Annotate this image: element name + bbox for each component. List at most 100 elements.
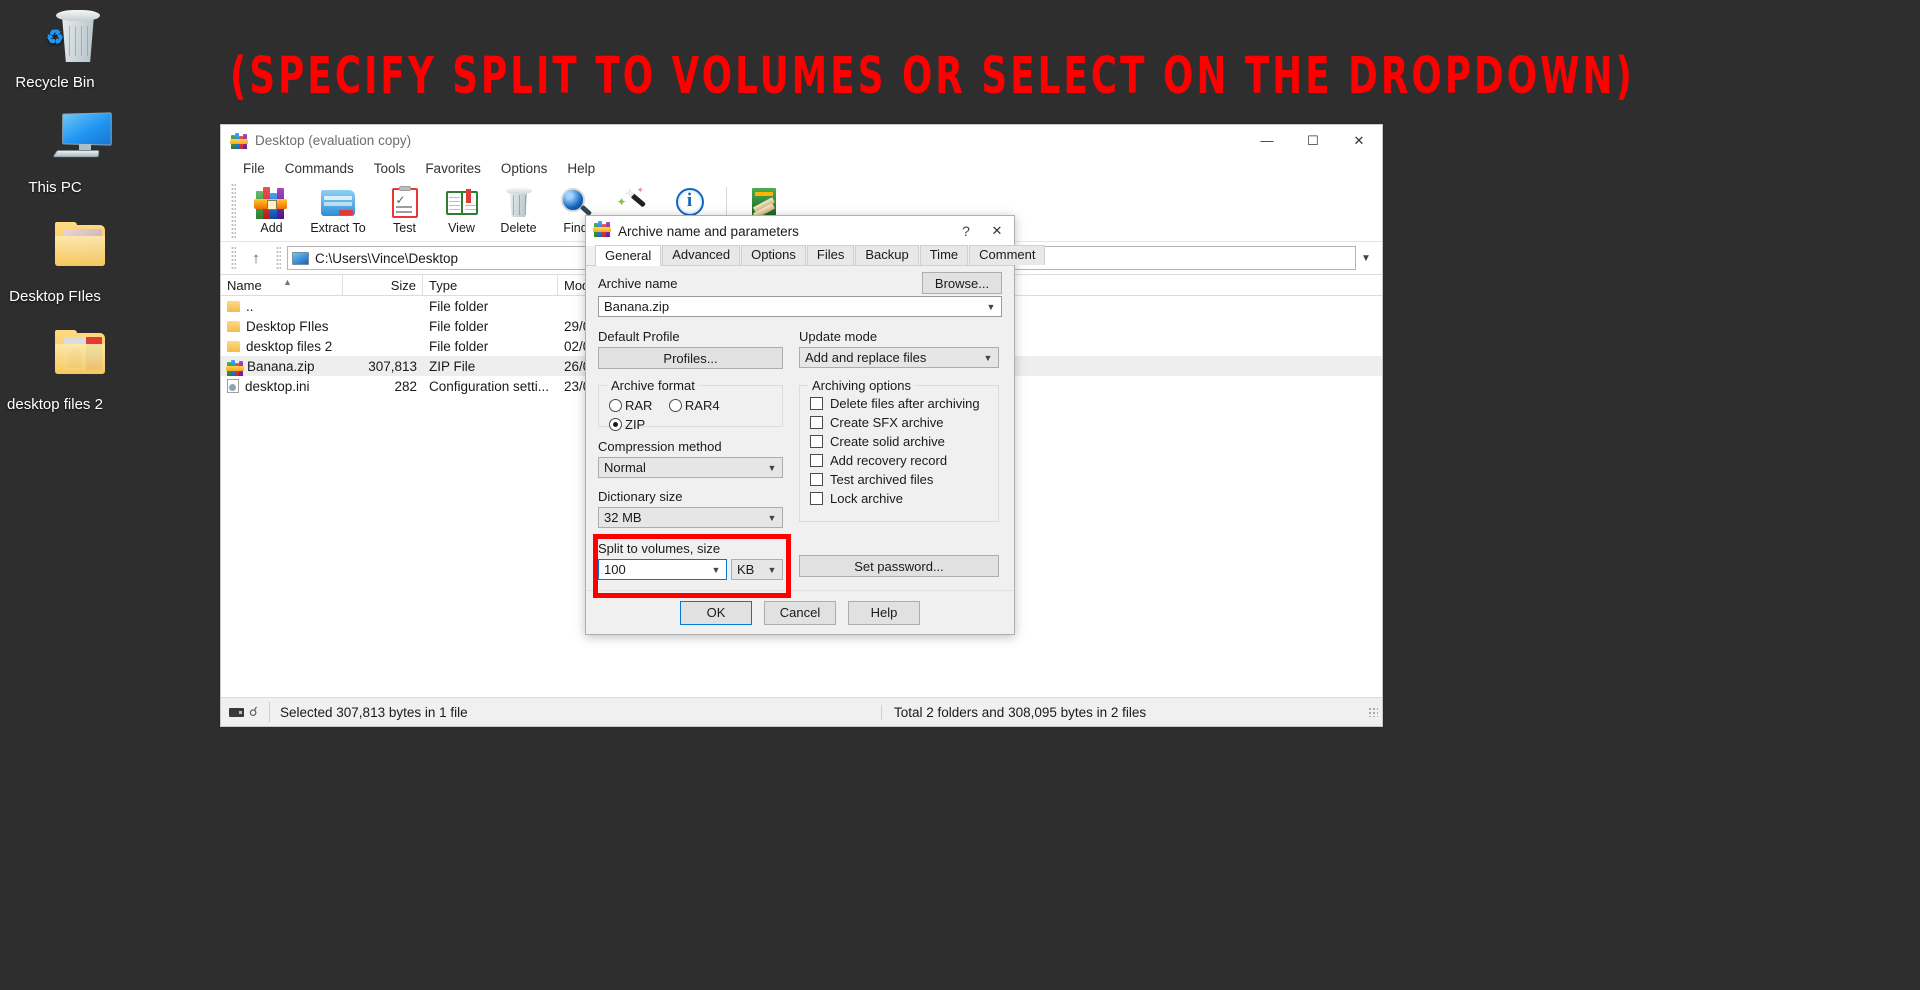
cell-size: 282 bbox=[394, 378, 417, 394]
address-grip-2[interactable] bbox=[276, 246, 281, 270]
dialog-help-icon[interactable]: ? bbox=[952, 223, 980, 239]
tab-options[interactable]: Options bbox=[741, 245, 806, 265]
dictionary-size-select[interactable]: 32 MB ▼ bbox=[598, 507, 783, 528]
dialog-footer: OK Cancel Help bbox=[586, 590, 1014, 634]
tab-files[interactable]: Files bbox=[806, 245, 855, 265]
sort-ascending-icon: ▲ bbox=[283, 277, 292, 287]
folder-icon bbox=[227, 300, 240, 312]
dialog-title: Archive name and parameters bbox=[618, 223, 799, 239]
address-path-text: C:\Users\Vince\Desktop bbox=[315, 250, 459, 266]
chevron-down-icon[interactable]: ▼ bbox=[978, 353, 998, 363]
radio-label: ZIP bbox=[625, 417, 646, 432]
archive-name-label: Archive name bbox=[598, 276, 678, 291]
tab-time[interactable]: Time bbox=[919, 245, 969, 265]
cell-type: File folder bbox=[429, 318, 489, 334]
up-arrow-icon[interactable]: ↑ bbox=[242, 246, 270, 270]
menu-item-commands[interactable]: Commands bbox=[275, 159, 364, 178]
checkbox-label: Delete files after archiving bbox=[830, 396, 980, 411]
menu-bar: File Commands Tools Favorites Options He… bbox=[221, 156, 1382, 180]
toolbar-button-test[interactable]: ✓ Test bbox=[376, 183, 433, 241]
toolbar-button-add[interactable]: Add bbox=[243, 183, 300, 241]
checkbox-create-solid-archive[interactable]: Create solid archive bbox=[810, 434, 988, 449]
radio-rar4[interactable]: RAR4 bbox=[668, 398, 720, 413]
chevron-down-icon[interactable]: ▼ bbox=[1356, 253, 1376, 264]
resize-grip[interactable] bbox=[1368, 707, 1378, 717]
checkbox-test-archived-files[interactable]: Test archived files bbox=[810, 472, 988, 487]
tab-backup[interactable]: Backup bbox=[855, 245, 919, 265]
toolbar-label: Add bbox=[260, 221, 283, 235]
archive-name-input[interactable]: Banana.zip ▼ bbox=[598, 296, 1002, 317]
test-icon: ✓ bbox=[387, 186, 423, 219]
folder-icon bbox=[0, 222, 110, 280]
compression-method-select[interactable]: Normal ▼ bbox=[598, 457, 783, 478]
menu-item-help[interactable]: Help bbox=[557, 159, 605, 178]
checkbox-create-sfx-archive[interactable]: Create SFX archive bbox=[810, 415, 988, 430]
recycle-bin-icon: ♻ bbox=[0, 8, 110, 66]
menu-item-file[interactable]: File bbox=[233, 159, 275, 178]
toolbar-grip[interactable] bbox=[231, 183, 236, 239]
split-unit-select[interactable]: KB ▼ bbox=[731, 559, 783, 580]
dialog-titlebar: Archive name and parameters ? ✕ bbox=[586, 216, 1014, 246]
minimize-button[interactable]: — bbox=[1244, 125, 1290, 156]
desktop-icon-recycle-bin[interactable]: ♻ Recycle Bin bbox=[0, 8, 110, 91]
winrar-app-icon bbox=[230, 132, 248, 149]
chevron-down-icon[interactable]: ▼ bbox=[706, 565, 726, 575]
dictionary-size-value: 32 MB bbox=[604, 510, 642, 525]
archive-name-value: Banana.zip bbox=[604, 299, 670, 314]
menu-item-options[interactable]: Options bbox=[491, 159, 558, 178]
cell-name: Banana.zip bbox=[247, 358, 315, 374]
update-mode-label: Update mode bbox=[799, 329, 878, 344]
status-bar: ☌ Selected 307,813 bytes in 1 file Total… bbox=[221, 697, 1382, 726]
chevron-down-icon[interactable]: ▼ bbox=[762, 565, 782, 575]
dialog-tabs: General Advanced Options Files Backup Ti… bbox=[586, 245, 1046, 266]
checkbox-indicator bbox=[810, 435, 823, 448]
ok-button[interactable]: OK bbox=[680, 600, 752, 625]
split-unit-value: KB bbox=[737, 562, 755, 577]
checkbox-delete-files-after-archiving[interactable]: Delete files after archiving bbox=[810, 396, 988, 411]
desktop-icon-this-pc[interactable]: This PC bbox=[0, 112, 112, 196]
maximize-button[interactable]: ☐ bbox=[1290, 125, 1336, 156]
status-icons: ☌ bbox=[221, 704, 269, 720]
column-header-name[interactable]: Name ▲ bbox=[221, 275, 343, 295]
cell-type: File folder bbox=[429, 298, 489, 314]
cancel-button[interactable]: Cancel bbox=[764, 600, 836, 625]
tab-advanced[interactable]: Advanced bbox=[662, 245, 741, 265]
menu-item-tools[interactable]: Tools bbox=[364, 159, 416, 178]
profiles-button[interactable]: Profiles... bbox=[598, 347, 783, 369]
column-header-type[interactable]: Type bbox=[423, 275, 558, 295]
radio-rar[interactable]: RAR bbox=[609, 398, 652, 413]
tab-general[interactable]: General bbox=[595, 245, 662, 266]
desktop-icon-desktop-files-2[interactable]: desktop files 2 bbox=[0, 330, 110, 413]
delete-icon bbox=[501, 186, 537, 219]
chevron-down-icon[interactable]: ▼ bbox=[762, 463, 782, 473]
column-header-size[interactable]: Size bbox=[343, 275, 423, 295]
split-size-input[interactable]: 100 ▼ bbox=[598, 559, 727, 580]
checkbox-label: Lock archive bbox=[830, 491, 903, 506]
winrar-app-icon bbox=[593, 220, 611, 242]
ini-file-icon bbox=[227, 379, 239, 393]
tab-comment[interactable]: Comment bbox=[969, 245, 1046, 265]
update-mode-select[interactable]: Add and replace files ▼ bbox=[799, 347, 999, 368]
address-grip[interactable] bbox=[231, 246, 236, 270]
desktop-icon-desktop-files[interactable]: Desktop FIles bbox=[0, 222, 110, 305]
folder-icon bbox=[227, 340, 240, 352]
dialog-close-icon[interactable]: ✕ bbox=[980, 223, 1014, 239]
close-button[interactable]: ✕ bbox=[1336, 125, 1382, 156]
set-password-button[interactable]: Set password... bbox=[799, 555, 999, 577]
toolbar-button-view[interactable]: View bbox=[433, 183, 490, 241]
compression-method-value: Normal bbox=[604, 460, 646, 475]
chevron-down-icon[interactable]: ▼ bbox=[981, 302, 1001, 312]
toolbar-label: Test bbox=[393, 221, 416, 235]
menu-item-favorites[interactable]: Favorites bbox=[415, 159, 491, 178]
toolbar-button-delete[interactable]: Delete bbox=[490, 183, 547, 241]
radio-zip[interactable]: ZIP bbox=[609, 417, 645, 432]
help-button[interactable]: Help bbox=[848, 600, 920, 625]
browse-button[interactable]: Browse... bbox=[922, 272, 1002, 294]
cell-type: ZIP File bbox=[429, 358, 476, 374]
toolbar-button-extract-to[interactable]: Extract To bbox=[300, 183, 376, 241]
extract-to-icon bbox=[320, 186, 356, 219]
checkbox-lock-archive[interactable]: Lock archive bbox=[810, 491, 988, 506]
status-left-text: Selected 307,813 bytes in 1 file bbox=[280, 704, 468, 720]
checkbox-add-recovery-record[interactable]: Add recovery record bbox=[810, 453, 988, 468]
chevron-down-icon[interactable]: ▼ bbox=[762, 513, 782, 523]
